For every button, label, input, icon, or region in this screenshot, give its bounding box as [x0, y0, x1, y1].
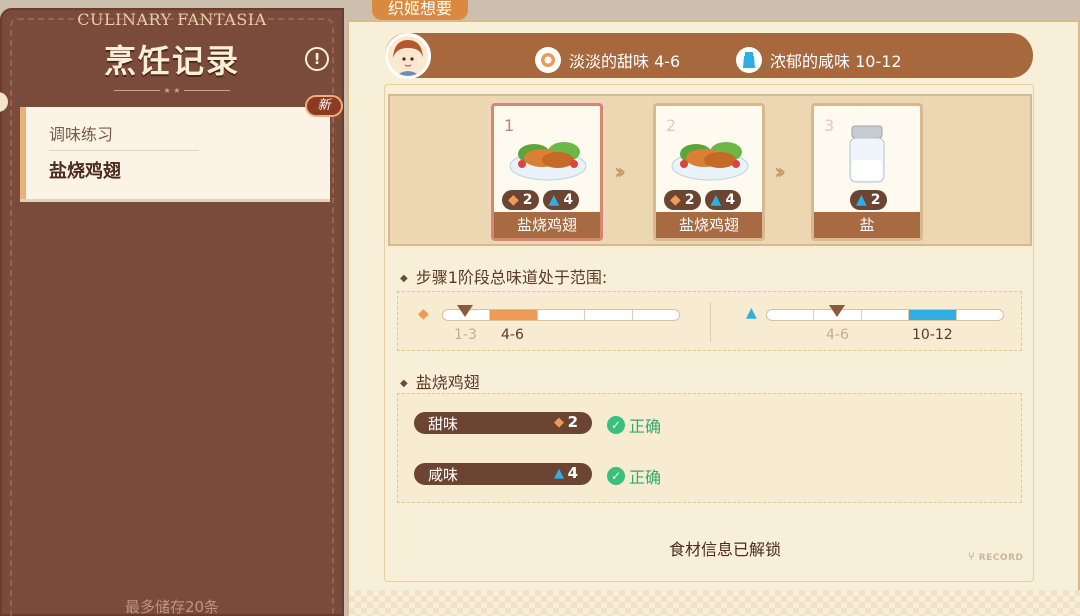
salty-stat: ▲ 2: [850, 190, 887, 210]
salty-current-range: 4-6: [826, 327, 849, 343]
check-icon: ✓: [607, 467, 625, 485]
request-sweet: 淡淡的甜味 4-6: [535, 47, 680, 73]
step-label: 盐烧鸡翅: [656, 212, 762, 238]
record-stamp: ⑂ RECORD: [968, 550, 1024, 563]
record-list-item[interactable]: 调味练习 盐烧鸡翅: [20, 107, 330, 199]
step-card-1[interactable]: 1 ◆ 2 ▲ 4 盐烧鸡翅: [491, 103, 603, 241]
step-stats: ▲ 2: [850, 190, 887, 210]
candy-icon: ◆: [418, 306, 429, 322]
salty-stat: ▲ 4: [704, 190, 742, 210]
taste-name: 甜味: [428, 415, 459, 433]
sweet-stat: ◆ 2: [664, 190, 701, 210]
title-ornament: ★ ★: [112, 86, 232, 95]
sweet-result: ✓ 正确: [607, 413, 661, 437]
panel-title: 烹饪记录: [103, 42, 240, 80]
salt-icon: ▲: [710, 192, 722, 208]
sweet-range-track: [442, 309, 680, 321]
sweet-current-range: 1-3: [454, 327, 477, 343]
taste-result-box: [397, 393, 1022, 503]
request-bar: [385, 33, 1033, 78]
step-card-2[interactable]: 2 ◆ 2 ▲ 4 盐烧鸡翅: [653, 103, 765, 241]
range-section-title: ◆ 步骤1阶段总味道处于范围:: [400, 268, 608, 287]
sweet-marker-icon: [457, 305, 473, 317]
chicken-wings-icon: [509, 142, 587, 181]
taste-value: 4: [567, 464, 578, 482]
utensils-icon: ⑂: [968, 550, 976, 563]
candy-icon: ◆: [554, 415, 564, 430]
record-category: 调味练习: [49, 125, 114, 144]
decorative-strip: [349, 590, 1080, 616]
new-badge: 新: [305, 95, 343, 117]
salty-marker-icon: [829, 305, 845, 317]
taste-value: 2: [567, 413, 578, 431]
storage-note: 最多储存20条: [124, 598, 220, 616]
salty-target-range: 10-12: [912, 327, 953, 343]
salty-taste-pill: 咸味 ▲ 4: [414, 463, 592, 485]
requester-tab: 织姬想要: [372, 0, 468, 20]
candy-icon: ◆: [508, 192, 519, 208]
candy-icon: ◆: [670, 192, 681, 208]
step-card-3[interactable]: 3 ▲ 2 盐: [811, 103, 923, 241]
salty-result: ✓ 正确: [607, 464, 661, 488]
step-arrow-icon: ››: [774, 160, 786, 185]
step-label: 盐: [814, 212, 920, 238]
step-stats: ◆ 2 ▲ 4: [502, 190, 580, 210]
sweet-target-range: 4-6: [501, 327, 524, 343]
salt-shaker-icon: [849, 125, 885, 183]
step-number: 3: [824, 116, 835, 135]
ingredient-unlocked-text: 食材信息已解锁: [668, 540, 781, 559]
step-arrow-icon: ››: [614, 160, 626, 185]
divider: [49, 150, 199, 151]
diamond-bullet-icon: ◆: [400, 273, 408, 284]
record-name: 盐烧鸡翅: [49, 161, 121, 182]
step-stats: ◆ 2 ▲ 4: [664, 190, 742, 210]
divider: [710, 302, 711, 342]
diamond-bullet-icon: ◆: [400, 378, 408, 389]
brand-text: CULINARY FANTASIA: [77, 10, 267, 29]
request-sweet-text: 淡淡的甜味 4-6: [569, 52, 681, 71]
salt-icon: ▲: [554, 466, 564, 481]
taste-name: 咸味: [428, 466, 459, 484]
salt-icon: ▲: [856, 192, 867, 208]
salt-icon: ▲: [548, 192, 560, 208]
sweet-stat: ◆ 2: [502, 190, 539, 210]
candy-icon: [535, 47, 561, 73]
salt-icon: ▲: [746, 305, 757, 321]
step-label: 盐烧鸡翅: [494, 212, 600, 238]
exclamation-icon[interactable]: !: [305, 47, 329, 71]
salty-range-track: [766, 309, 1004, 321]
record-list-panel: [0, 8, 344, 616]
dish-section-title: ◆ 盐烧鸡翅: [400, 373, 480, 392]
salty-stat: ▲ 4: [542, 190, 580, 210]
chicken-wings-icon: [671, 142, 749, 181]
request-salty: 浓郁的咸味 10-12: [736, 47, 902, 73]
request-salty-text: 浓郁的咸味 10-12: [770, 52, 902, 71]
character-avatar: [385, 33, 431, 79]
salt-icon: [736, 47, 762, 73]
check-icon: ✓: [607, 416, 625, 434]
sweet-taste-pill: 甜味 ◆ 2: [414, 412, 592, 434]
